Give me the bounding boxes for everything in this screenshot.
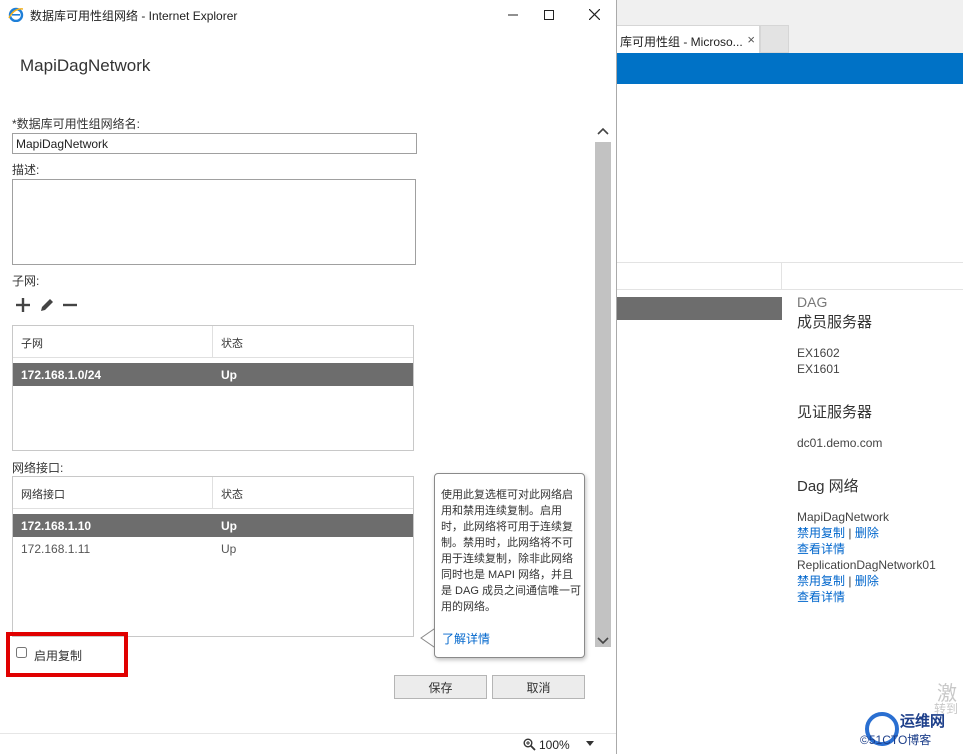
delete-link[interactable]: 删除 [855, 526, 879, 540]
dag-network-name: MapiDagNetwork [797, 510, 890, 524]
table-row[interactable]: 172.168.1.11 Up [13, 537, 413, 560]
save-button[interactable]: 保存 [394, 675, 487, 699]
zoom-level[interactable]: 100% [539, 738, 570, 752]
link-separator: | [848, 574, 852, 588]
help-callout: 使用此复选框可对此网络启用和禁用连续复制。启用时，此网络将可用于连续复制。禁用时… [434, 473, 585, 658]
link-separator: | [848, 526, 852, 540]
ie-popup-window: 数据库可用性组网络 - Internet Explorer MapiDagNet… [0, 0, 617, 754]
cancel-button[interactable]: 取消 [492, 675, 585, 699]
column-header-status[interactable]: 状态 [221, 335, 243, 351]
status-cell: Up [221, 542, 237, 556]
watermark-site: 运维网 [900, 713, 946, 730]
view-details-link[interactable]: 查看详情 [797, 590, 845, 604]
description-textarea[interactable] [12, 179, 416, 265]
scrollbar-thumb[interactable] [595, 142, 611, 647]
network-name-input[interactable] [12, 133, 417, 154]
member-server: EX1601 [797, 362, 840, 376]
interface-cell: 172.168.1.11 [21, 542, 91, 556]
callout-text: 使用此复选框可对此网络启用和禁用连续复制。启用时，此网络将可用于连续复制。禁用时… [441, 489, 581, 613]
close-button[interactable] [571, 0, 617, 29]
chevron-up-icon [597, 127, 609, 135]
status-cell: Up [221, 368, 237, 382]
network-interfaces-label: 网络接口: [12, 461, 64, 475]
plus-icon [16, 298, 30, 312]
table-row[interactable]: 172.168.1.0/24 Up [13, 363, 413, 386]
table-header: 子网 状态 [13, 326, 413, 358]
close-icon [588, 9, 600, 20]
table-row[interactable]: 172.168.1.10 Up [13, 514, 413, 537]
enable-replication-checkbox[interactable] [16, 647, 27, 658]
subnets-table: 子网 状态 172.168.1.0/24 Up [12, 325, 414, 451]
witness-server: dc01.demo.com [797, 436, 883, 450]
new-tab-button[interactable] [760, 25, 789, 53]
status-bar: 100% [0, 733, 616, 754]
column-header-status[interactable]: 状态 [221, 486, 243, 502]
network-interfaces-table: 网络接口 状态 172.168.1.10 Up 172.168.1.11 Up [12, 476, 414, 637]
scroll-up-button[interactable] [592, 123, 614, 139]
dag-label: DAG [797, 294, 828, 310]
dialog-title: MapiDagNetwork [20, 56, 151, 75]
subnets-label: 子网: [12, 274, 40, 288]
pencil-icon [41, 299, 53, 311]
members-title: 成员服务器 [797, 314, 873, 331]
status-cell: Up [221, 519, 237, 533]
maximize-icon [544, 9, 554, 20]
zoom-icon[interactable] [523, 738, 536, 751]
eac-header-bar [615, 53, 963, 84]
remove-subnet-button[interactable] [61, 296, 79, 314]
tab-close-icon[interactable]: × [747, 32, 755, 47]
disable-replication-link[interactable]: 禁用复制 [797, 526, 845, 540]
delete-link[interactable]: 删除 [855, 574, 879, 588]
edit-subnet-button[interactable] [38, 296, 56, 314]
member-server: EX1602 [797, 346, 840, 360]
column-header-subnet[interactable]: 子网 [21, 335, 43, 351]
disable-replication-link[interactable]: 禁用复制 [797, 574, 845, 588]
list-header [615, 262, 963, 290]
minus-icon [63, 303, 77, 307]
witness-title: 见证服务器 [797, 404, 873, 421]
background-tab-title: 库可用性组 - Microso... [620, 35, 743, 49]
selected-dag-row[interactable] [615, 297, 782, 320]
learn-more-link[interactable]: 了解详情 [442, 630, 490, 647]
dag-network-name: ReplicationDagNetwork01 [797, 558, 936, 572]
interface-cell: 172.168.1.10 [21, 519, 92, 533]
dag-networks-title: Dag 网络 [797, 478, 859, 495]
watermark-blog: ©51CTO博客 [860, 733, 932, 747]
column-header-interface[interactable]: 网络接口 [21, 486, 65, 502]
scroll-down-button[interactable] [592, 633, 614, 649]
watermark: 运维网 ©51CTO博客 [860, 707, 963, 754]
maximize-button[interactable] [526, 0, 572, 29]
window-titlebar: 数据库可用性组网络 - Internet Explorer [0, 0, 616, 29]
window-title: 数据库可用性组网络 - Internet Explorer [30, 9, 238, 23]
network-name-label: *数据库可用性组网络名: [12, 117, 141, 131]
background-browser-tab[interactable]: 库可用性组 - Microso... × [615, 25, 760, 53]
vertical-scrollbar[interactable] [592, 120, 614, 650]
view-details-link[interactable]: 查看详情 [797, 542, 845, 556]
minimize-icon [508, 14, 518, 15]
chevron-down-icon [597, 637, 609, 645]
table-header: 网络接口 状态 [13, 477, 413, 509]
enable-replication-label[interactable]: 启用复制 [34, 647, 82, 664]
dag-details-pane: DAG 成员服务器 EX1602 EX1601 见证服务器 dc01.demo.… [797, 294, 963, 605]
description-label: 描述: [12, 163, 40, 177]
subnet-cell: 172.168.1.0/24 [21, 368, 102, 382]
internet-explorer-icon [8, 7, 24, 22]
add-subnet-button[interactable] [14, 296, 32, 314]
column-separator [781, 262, 782, 290]
dropdown-arrow-icon[interactable] [586, 741, 594, 747]
